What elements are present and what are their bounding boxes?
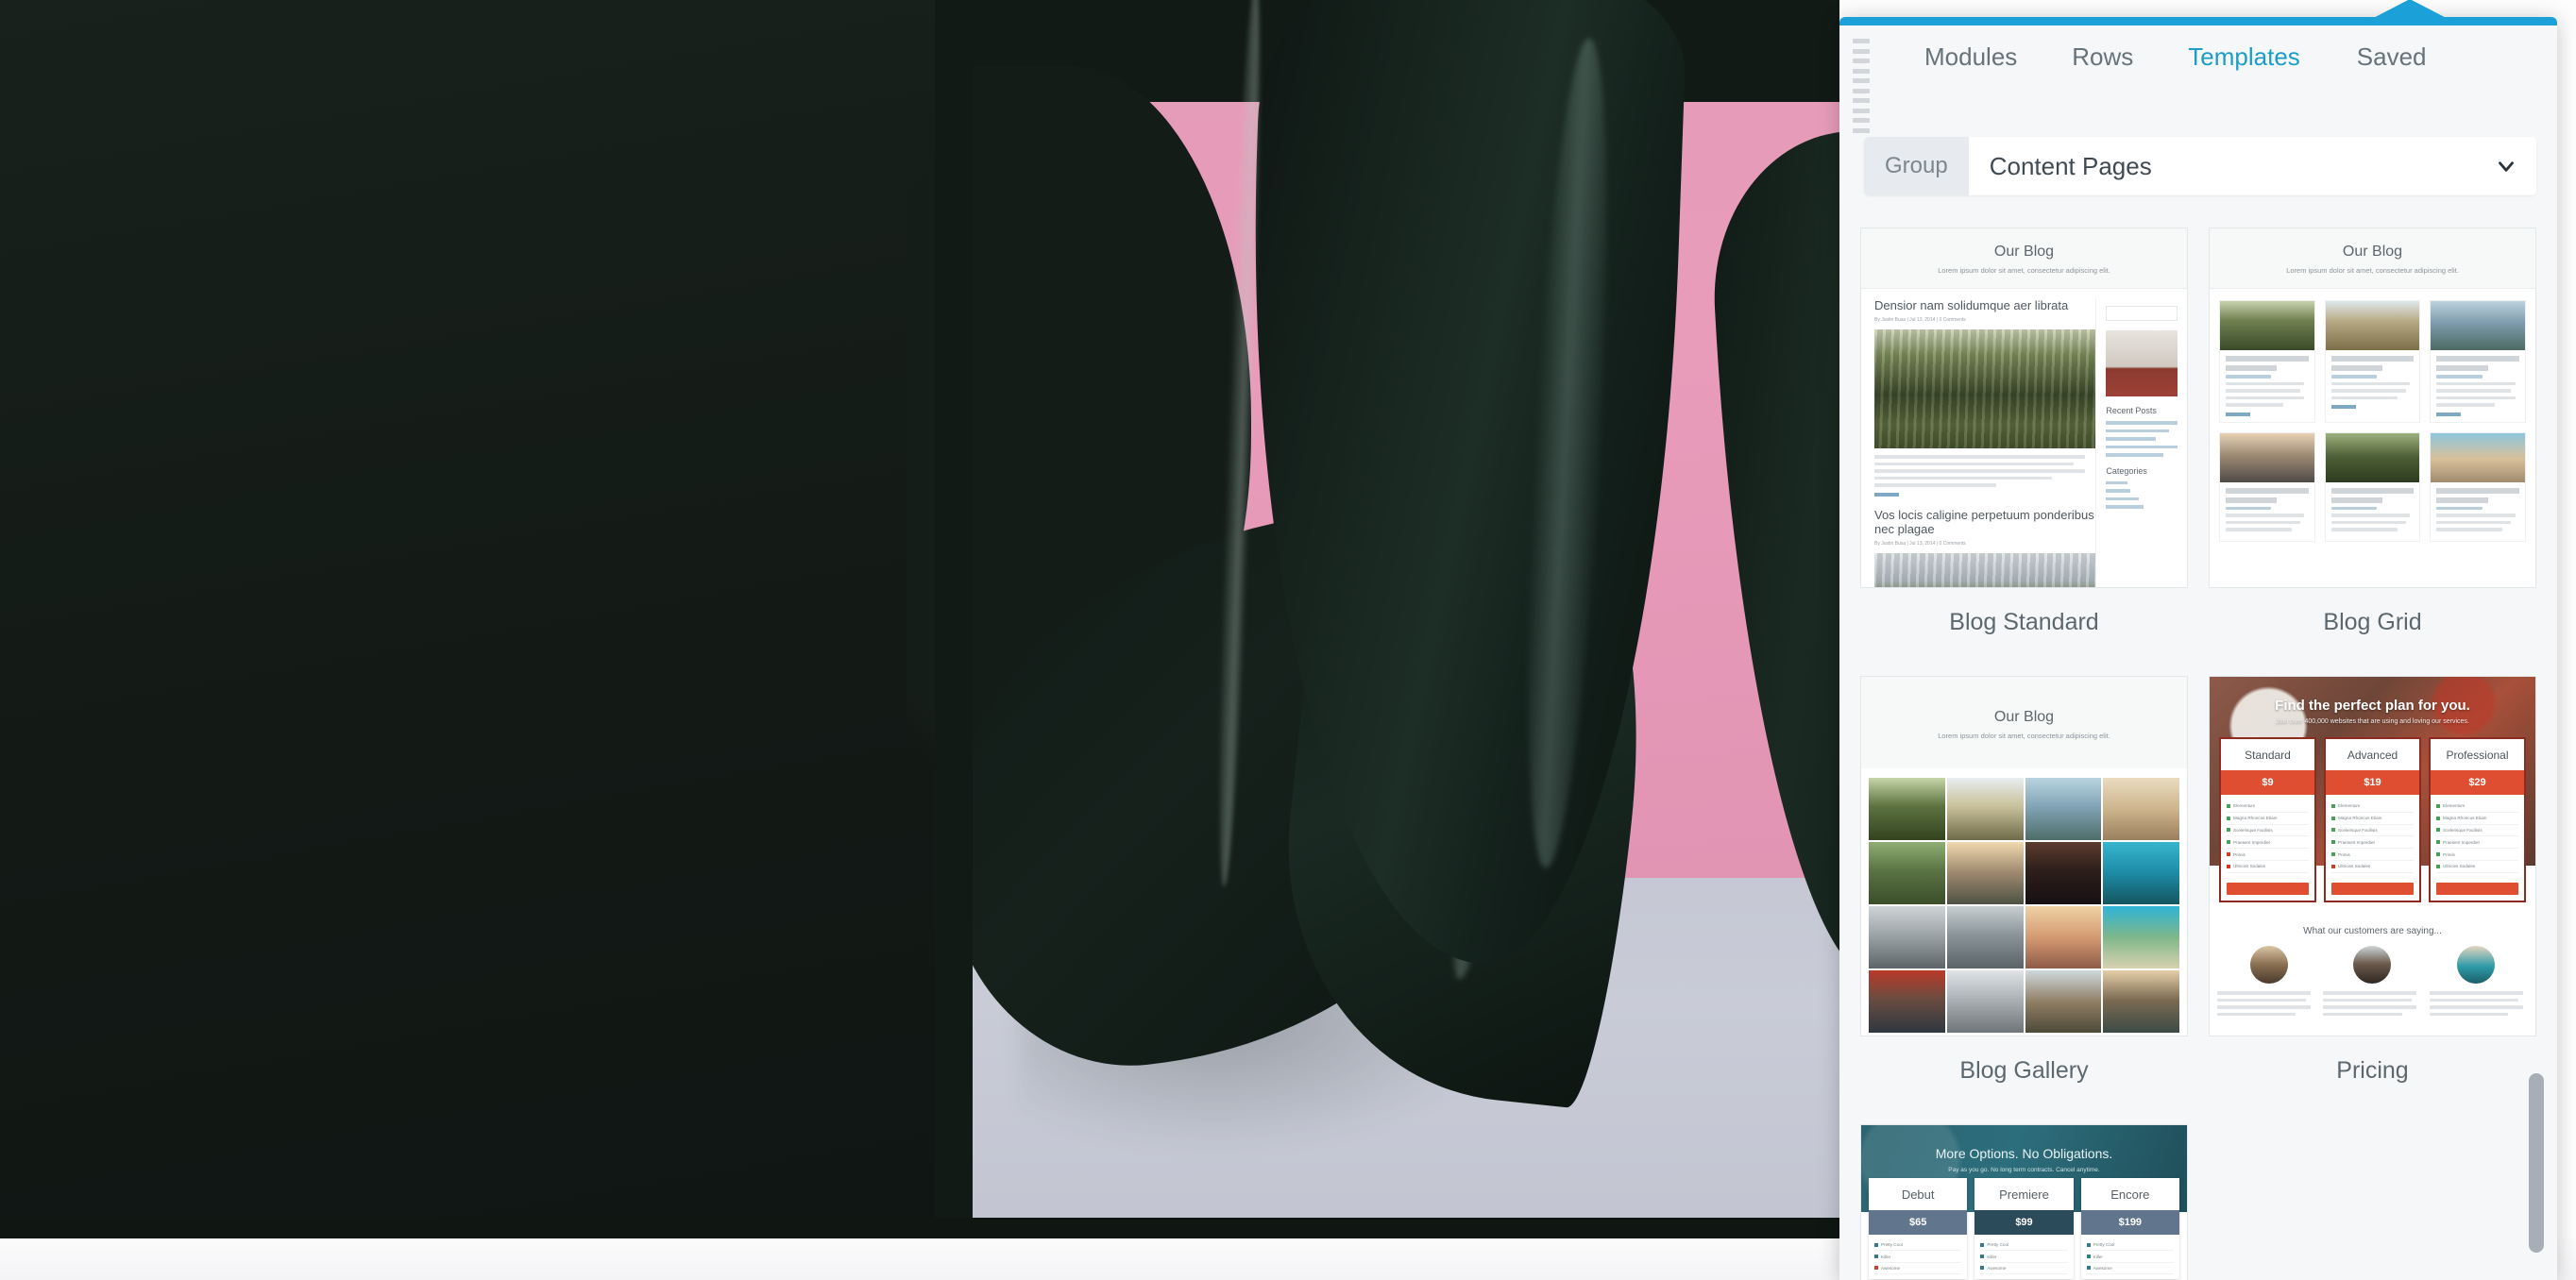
mini-title: Our Blog (2342, 244, 2403, 260)
templates-scroll-area[interactable]: Our Blog Lorem ipsum dolor sit amet, con… (1839, 214, 2557, 1280)
mini-gallery-grid (1861, 768, 2187, 1036)
mini-hero-subtitle: Join over 400,000 websites that are usin… (2276, 718, 2469, 725)
mini-plan-name: Standard (2245, 749, 2291, 762)
mini-plan-card: Premiere $99 Pretty Cool Killer Awesome (1974, 1178, 2074, 1280)
mini-hero-title: Find the perfect plan for you. (2275, 698, 2470, 714)
mini-subtitle: Lorem ipsum dolor sit amet, consectetur … (1938, 732, 2110, 740)
mini-plan-card: Encore $199 Pretty Cool Killer Awesome (2080, 1178, 2179, 1280)
mini-sidebar-heading-categories: Categories (2106, 465, 2147, 476)
mini-post-image-2 (1874, 552, 2096, 587)
template-item[interactable]: Our Blog Lorem ipsum dolor sit amet, con… (2209, 214, 2536, 663)
group-select[interactable]: Group Content Pages (1864, 137, 2536, 195)
panel-tab-bar: Modules Rows Templates Saved (1839, 25, 2557, 88)
mini-plan-card: Advanced $19 Elementum Magna Rhoncus Eti… (2324, 737, 2421, 902)
mini-subtitle: Lorem ipsum dolor sit amet, consectetur … (1938, 266, 2110, 275)
mini-hero-subtitle: Pay as you go. No long term contracts. C… (1948, 1167, 2100, 1173)
tab-templates[interactable]: Templates (2186, 39, 2302, 76)
template-thumbnail-blog-standard[interactable]: Our Blog Lorem ipsum dolor sit amet, con… (1860, 227, 2188, 588)
group-select-label: Group (1864, 137, 1969, 195)
mini-post-excerpt (1874, 455, 2095, 487)
avatar (2353, 946, 2392, 984)
mini-post-image (1874, 329, 2096, 448)
template-thumbnail-blog-gallery[interactable]: Our Blog Lorem ipsum dolor sit amet, con… (1860, 676, 2188, 1036)
mini-title: Our Blog (1993, 709, 2055, 725)
template-caption: Blog Gallery (1959, 1057, 2089, 1084)
mini-plan-name: Advanced (2347, 749, 2398, 762)
template-item[interactable]: More Options. No Obligations. Pay as you… (1860, 1111, 2188, 1280)
mini-testimonial-quote (2217, 991, 2315, 1019)
page-hero-photo (0, 0, 1839, 1238)
mini-read-more (1874, 492, 1899, 497)
mini-header: Our Blog Lorem ipsum dolor sit amet, con… (1861, 677, 2187, 768)
mini-plan-name: Premiere (1999, 1187, 2049, 1202)
mini-testimonial-quote (2429, 991, 2528, 1019)
mini-post-meta: By Justin Busa | Jul 13, 2014 | 0 Commen… (1874, 317, 1966, 323)
mini-testimonials: What our customers are saying... (2210, 913, 2535, 1029)
templates-grid: Our Blog Lorem ipsum dolor sit amet, con… (1860, 214, 2536, 1280)
avatar (2249, 946, 2288, 984)
template-item[interactable]: Our Blog Lorem ipsum dolor sit amet, con… (1860, 663, 2188, 1111)
panel-pointer-arrow (2361, 0, 2459, 25)
template-item[interactable]: Our Blog Lorem ipsum dolor sit amet, con… (1860, 214, 2188, 663)
tab-saved[interactable]: Saved (2355, 39, 2429, 76)
mini-plan-price: $199 (2080, 1210, 2179, 1235)
mini-sidebar-ad (2106, 330, 2178, 396)
mini-testimonials-heading: What our customers are saying... (2303, 926, 2442, 936)
mini-search-box (2106, 306, 2178, 321)
mini-header: Our Blog Lorem ipsum dolor sit amet, con… (1861, 228, 2187, 289)
mini-post-card (2324, 300, 2421, 423)
tab-rows[interactable]: Rows (2070, 39, 2135, 76)
mini-title: Our Blog (1993, 244, 2055, 260)
mini-plan-name: Debut (1901, 1187, 1935, 1202)
mini-pricing-cards: Debut $65 Pretty Cool Killer Awesome Pre… (1869, 1178, 2179, 1280)
avatar (2457, 946, 2496, 984)
mini-plan-name: Encore (2110, 1187, 2150, 1202)
mini-plan-cta (2436, 882, 2518, 895)
mini-plan-price: $65 (1869, 1210, 1968, 1235)
template-caption: Blog Grid (2323, 609, 2422, 635)
mini-plan-name: Professional (2446, 749, 2509, 762)
group-select-value[interactable]: Content Pages (1969, 137, 2476, 195)
mini-plan-card: Debut $65 Pretty Cool Killer Awesome (1869, 1178, 1968, 1280)
mini-post-card (2219, 300, 2315, 423)
chevron-down-icon[interactable] (2476, 137, 2536, 195)
mini-post-meta-2: By Justin Busa | Jul 13, 2014 | 0 Commen… (1874, 540, 1966, 547)
tab-modules[interactable]: Modules (1923, 39, 2019, 76)
mini-subtitle: Lorem ipsum dolor sit amet, consectetur … (2286, 266, 2459, 275)
hero-left-gap (935, 0, 973, 1238)
builder-panel: Modules Rows Templates Saved Group Conte… (1839, 17, 2557, 1280)
mini-plan-price: $9 (2221, 770, 2314, 795)
mini-post-title-2: Vos locis caligine perpetuum ponderibus … (1874, 507, 2094, 536)
mini-post-card (2324, 431, 2421, 542)
mini-plan-card: Professional $29 Elementum Magna Rhoncus… (2429, 737, 2526, 902)
mini-plan-price: $99 (1974, 1210, 2074, 1235)
hero-bottom-bar (0, 1218, 1839, 1238)
mini-header: Our Blog Lorem ipsum dolor sit amet, con… (2210, 228, 2535, 289)
template-thumbnail-pricing[interactable]: Find the perfect plan for you. Join over… (2209, 676, 2536, 1036)
mini-sidebar-heading-recent: Recent Posts (2106, 406, 2157, 415)
template-caption: Blog Standard (1949, 609, 2099, 635)
template-item[interactable]: Find the perfect plan for you. Join over… (2209, 663, 2536, 1111)
template-thumbnail-blog-grid[interactable]: Our Blog Lorem ipsum dolor sit amet, con… (2209, 227, 2536, 588)
template-caption: Pricing (2336, 1057, 2409, 1084)
mini-plan-cta (2331, 882, 2414, 895)
editor-stage: Modules Rows Templates Saved Group Conte… (0, 0, 2576, 1280)
mini-post-card (2430, 431, 2526, 542)
template-thumbnail-pricing-teal[interactable]: More Options. No Obligations. Pay as you… (1860, 1124, 2188, 1280)
hero-dark-left (0, 0, 968, 1238)
mini-post-card (2430, 300, 2526, 423)
mini-post-card (2219, 431, 2315, 542)
mini-plan-price: $19 (2326, 770, 2419, 795)
mini-testimonial-quote (2323, 991, 2421, 1019)
mini-plan-card: Standard $9 Elementum Magna Rhoncus Etia… (2219, 737, 2316, 902)
panel-scrollbar[interactable] (2529, 1073, 2544, 1253)
mini-post-title: Densior nam solidumque aer librata (1874, 298, 2069, 312)
mini-plan-cta (2227, 882, 2309, 895)
mini-hero-title: More Options. No Obligations. (1935, 1146, 2113, 1161)
mini-plan-price: $29 (2431, 770, 2524, 795)
mini-pricing-cards: Standard $9 Elementum Magna Rhoncus Etia… (2219, 737, 2526, 902)
